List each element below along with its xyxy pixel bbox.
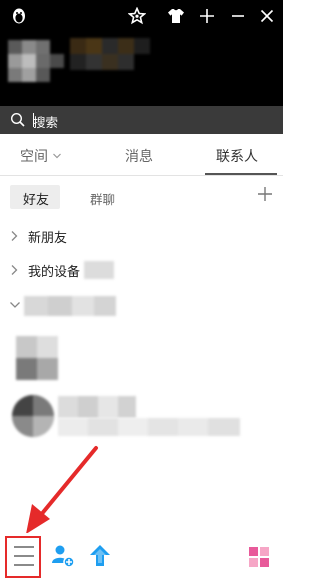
apps-grid-icon[interactable] (248, 546, 270, 568)
highlight-box (5, 536, 41, 578)
upload-icon[interactable] (88, 543, 112, 569)
bottom-toolbar (0, 533, 283, 583)
add-friend-icon[interactable] (50, 543, 76, 569)
annotation-arrow (26, 446, 98, 534)
